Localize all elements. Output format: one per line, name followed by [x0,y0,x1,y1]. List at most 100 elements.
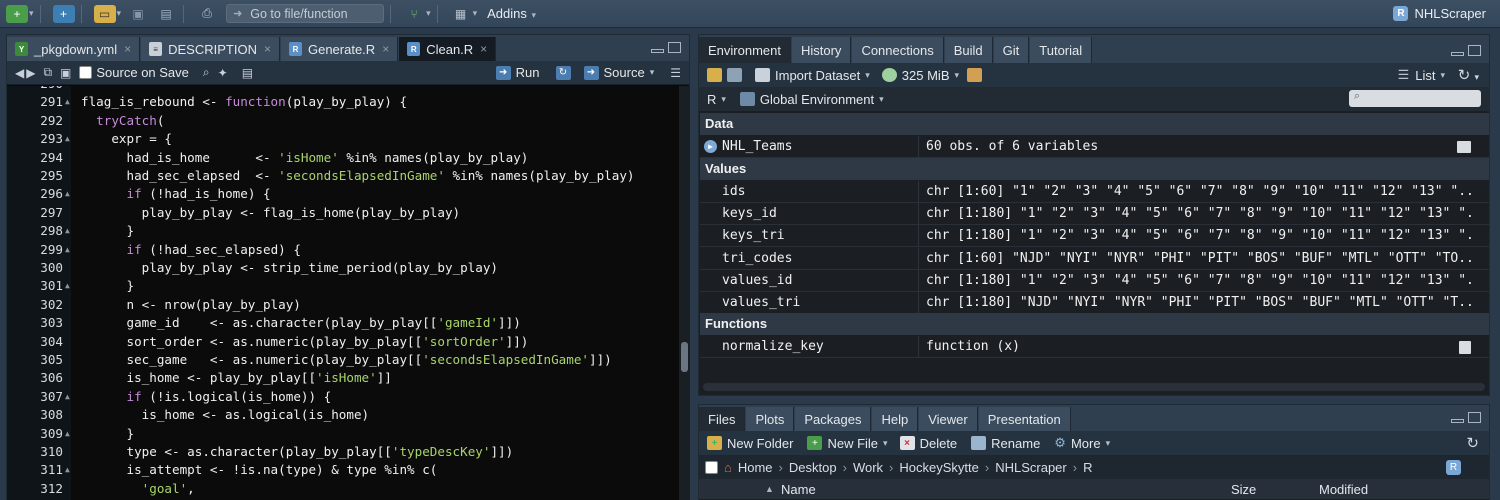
maximize-pane-icon[interactable] [1468,412,1481,423]
tab-history[interactable]: History [791,37,852,63]
column-name[interactable]: Name [781,482,816,497]
back-icon[interactable]: ◀ [15,66,24,80]
new-project-icon[interactable]: + [52,4,75,23]
tab-help[interactable]: Help [872,407,919,431]
breadcrumb-work[interactable]: Work [853,460,883,475]
project-menu[interactable]: R NHLScraper [1393,6,1486,21]
close-icon[interactable]: × [480,42,487,56]
code-line[interactable]: 307 ▲ if (!is.logical(is_home)) { [7,388,679,406]
open-file-icon[interactable]: ▭ [93,4,116,23]
view-mode-dropdown[interactable]: ☰ List ▾ [1398,67,1445,83]
save-all-icon[interactable]: ▤ [155,5,177,23]
fold-icon[interactable]: ▲ [65,241,70,259]
breadcrumb-r[interactable]: R [1083,460,1092,475]
goto-file-input[interactable]: ➜ Go to file/function [226,4,385,23]
print-icon[interactable]: ⎙ [196,5,218,23]
code-line[interactable]: 291 ▲ flag_is_rebound <- function(play_by_… [7,93,679,111]
code-line[interactable]: 303 game_id <- as.character(play_by_play… [7,314,679,332]
table-row[interactable]: tri_codes chr [1:60] "NJD" "NYI" "NYR" "P… [700,247,1489,270]
open-file-caret-icon[interactable]: ▾ [117,8,122,19]
tab-packages[interactable]: Packages [795,407,872,431]
source-on-save-checkbox[interactable] [79,66,93,79]
delete-button[interactable]: × Delete [899,436,957,451]
search-icon[interactable]: ⌕ [203,65,210,80]
language-dropdown[interactable]: R ▾ [707,92,726,107]
column-size[interactable]: Size [1231,482,1256,497]
tab-git[interactable]: Git [993,37,1030,63]
run-button[interactable]: ➜ Run [495,65,540,80]
code-line[interactable]: 311 ▲ is_attempt <- !is.na(type) & type %… [7,461,679,479]
rename-button[interactable]: Rename [971,436,1040,451]
fold-icon[interactable]: ▲ [65,425,70,443]
scrollbar-thumb[interactable] [681,342,688,372]
close-icon[interactable]: × [264,42,271,56]
new-file-caret-icon[interactable]: ▾ [29,8,34,19]
tab-plots[interactable]: Plots [746,407,795,431]
tab-tutorial[interactable]: Tutorial [1030,37,1093,63]
code-line[interactable]: 297 play_by_play <- flag_is_home(play_by… [7,204,679,222]
compile-report-icon[interactable]: ▤ [242,66,253,80]
rerun-icon[interactable]: ↻ [555,65,571,80]
close-icon[interactable]: × [124,42,131,56]
column-modified[interactable]: Modified [1319,482,1368,497]
code-editor[interactable]: 290291▲flag_is_rebound <- function(play_… [7,86,679,500]
tab-viewer[interactable]: Viewer [919,407,978,431]
code-line[interactable]: 293 ▲ expr = { [7,130,679,148]
new-folder-button[interactable]: + New Folder [707,436,793,451]
sort-up-icon[interactable]: ▲ [765,484,774,494]
forward-icon[interactable]: ▶ [26,66,35,80]
maximize-pane-icon[interactable] [1468,45,1481,56]
view-table-icon[interactable] [1457,141,1471,153]
show-in-window-icon[interactable]: ⧉ [43,65,52,80]
code-line[interactable]: 299 ▲ if (!had_sec_elapsed) { [7,241,679,259]
code-line[interactable]: 305 sec_game <- as.numeric(play_by_play[… [7,351,679,369]
fold-icon[interactable]: ▲ [65,130,70,148]
tab-files[interactable]: Files [699,407,746,431]
pane-layout-caret-icon[interactable]: ▾ [473,8,478,19]
expand-icon[interactable]: ▶ [704,140,717,153]
breadcrumb-desktop[interactable]: Desktop [789,460,837,475]
code-line[interactable]: 301 ▲ } [7,277,679,295]
env-search-input[interactable]: ⌕ [1349,90,1481,107]
code-line[interactable]: 292 tryCatch( [7,112,679,130]
save-workspace-icon[interactable] [727,68,742,82]
addins-menu[interactable]: Addins ▾ [487,6,536,21]
new-file-button[interactable]: + New File ▾ [807,436,888,451]
document-outline-icon[interactable]: ☰ [670,66,681,80]
tab-clean-r[interactable]: R Clean.R × [399,37,497,61]
tab-build[interactable]: Build [944,37,993,63]
new-file-icon[interactable]: + [6,4,28,23]
code-line[interactable]: 306 is_home <- play_by_play[['isHome']] [7,369,679,387]
breadcrumb-home[interactable]: Home [738,460,773,475]
view-function-icon[interactable] [1459,341,1471,354]
tab-presentation[interactable]: Presentation [978,407,1071,431]
table-row[interactable]: ▶ NHL_Teams 60 obs. of 6 variables [700,136,1489,158]
maximize-pane-icon[interactable] [668,42,681,53]
minimize-pane-icon[interactable] [651,49,664,53]
table-row[interactable]: values_id chr [1:180] "1" "2" "3" "4" "5"… [700,269,1489,292]
save-icon[interactable]: ▣ [127,5,149,23]
refresh-icon[interactable]: ↻ [1466,434,1479,452]
fold-icon[interactable]: ▲ [65,222,70,240]
broom-icon[interactable] [967,68,983,82]
code-line[interactable]: 300 play_by_play <- strip_time_period(pl… [7,259,679,277]
code-line[interactable]: 308 is_home <- as.logical(is_home) [7,406,679,424]
tab-generate-r[interactable]: R Generate.R × [280,37,399,61]
code-line[interactable]: 294 had_is_home <- 'isHome' %in% names(p… [7,149,679,167]
tab-pkgdown[interactable]: Y _pkgdown.yml × [7,37,141,61]
close-icon[interactable]: × [382,42,389,56]
fold-icon[interactable]: ▲ [65,93,70,111]
r-project-icon[interactable]: R [1446,459,1461,475]
table-row[interactable]: keys_tri chr [1:180] "1" "2" "3" "4" "5" … [700,225,1489,248]
table-row[interactable]: normalize_key function (x) [700,336,1489,358]
tab-connections[interactable]: Connections [852,37,944,63]
minimize-pane-icon[interactable] [1451,52,1464,56]
fold-icon[interactable]: ▲ [65,388,70,406]
refresh-icon[interactable]: ↻ ▾ [1458,66,1479,84]
tab-environment[interactable]: Environment [699,37,791,63]
source-button[interactable]: ➜ Source ▾ [583,65,654,80]
code-line[interactable]: 309 ▲ } [7,425,679,443]
table-row[interactable]: keys_id chr [1:180] "1" "2" "3" "4" "5" "… [700,203,1489,226]
save-icon[interactable]: ▣ [60,66,71,80]
more-button[interactable]: ⚙ More ▾ [1054,435,1110,451]
